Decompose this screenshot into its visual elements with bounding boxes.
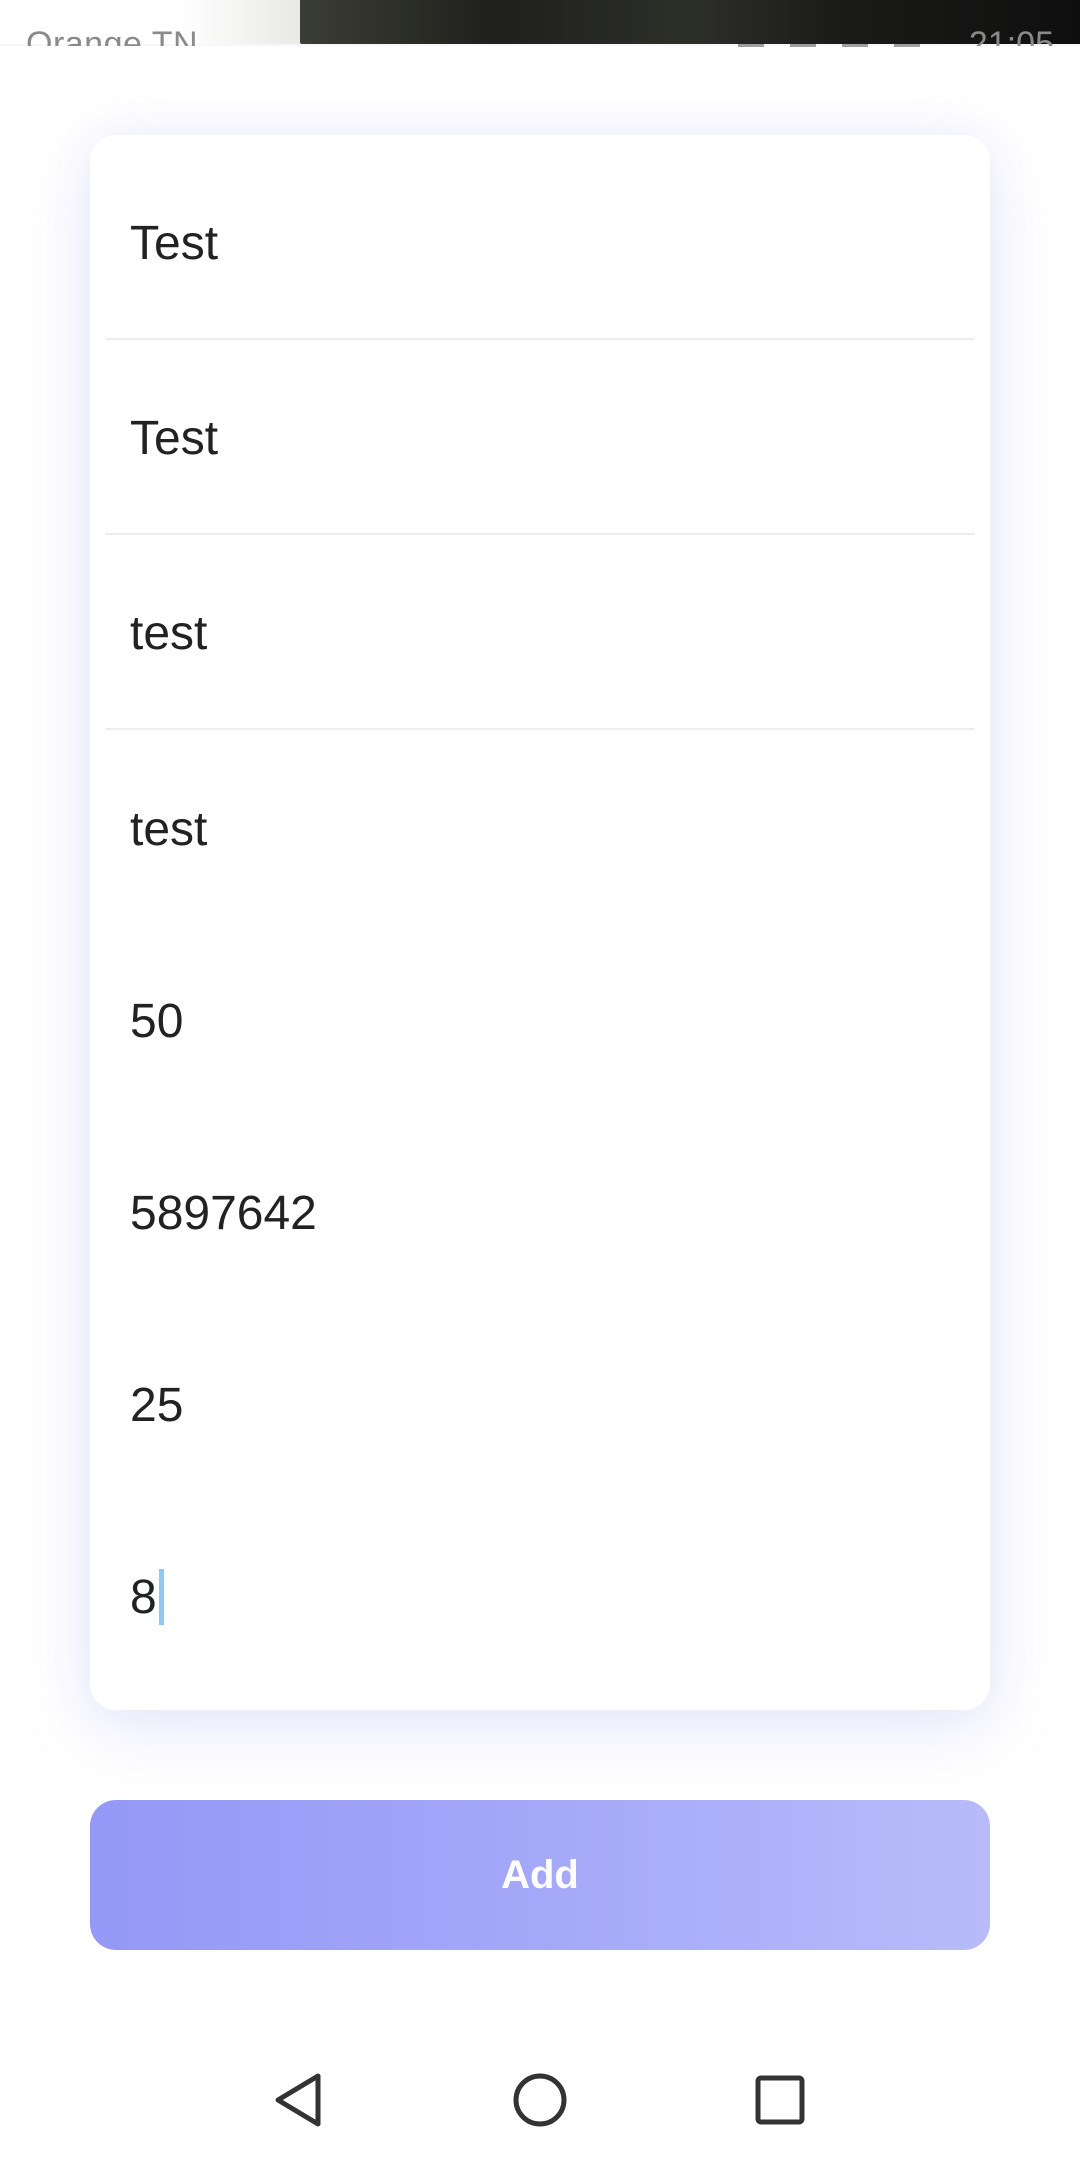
field-input-3[interactable]: test [105,538,975,730]
field-value: test [130,802,208,856]
back-button[interactable] [270,2070,330,2130]
wallpaper-fragment [300,0,1080,44]
signal-icon [842,22,868,47]
field-input-4[interactable]: test [105,733,975,925]
home-circle-icon [513,2073,567,2127]
status-icons [738,22,920,47]
status-bar: Orange TN 21:05 [0,0,1080,47]
status-time: 21:05 [968,25,1054,46]
home-button[interactable] [510,2070,570,2130]
field-value: Test [130,411,219,465]
field-input-2[interactable]: Test [105,343,975,535]
alarm-icon [738,22,764,47]
system-nav-bar [0,2030,1080,2160]
field-input-7[interactable]: 25 [105,1309,975,1501]
recents-button[interactable] [750,2070,810,2130]
field-value: 5897642 [130,1186,317,1240]
text-caret [158,1569,164,1625]
carrier-label: Orange TN [26,25,199,46]
recents-square-icon [755,2075,805,2125]
field-value: test [130,606,208,660]
field-input-1[interactable]: Test [105,148,975,340]
field-value: 50 [130,994,184,1048]
add-button-label: Add [501,1852,579,1897]
field-input-8[interactable]: 8 [105,1501,975,1693]
add-button[interactable]: Add [90,1800,990,1950]
field-value: Test [130,216,219,270]
battery-icon [894,22,920,47]
back-triangle-icon [275,2073,321,2127]
field-value: 8 [130,1570,157,1624]
field-input-5[interactable]: 50 [105,925,975,1117]
field-input-6[interactable]: 5897642 [105,1117,975,1309]
wifi-icon [790,22,816,47]
screen: Orange TN 21:05 Test Test test test 50 5… [0,0,1080,2160]
form-card: Test Test test test 50 5897642 25 8 [90,135,990,1710]
field-value: 25 [130,1378,184,1432]
